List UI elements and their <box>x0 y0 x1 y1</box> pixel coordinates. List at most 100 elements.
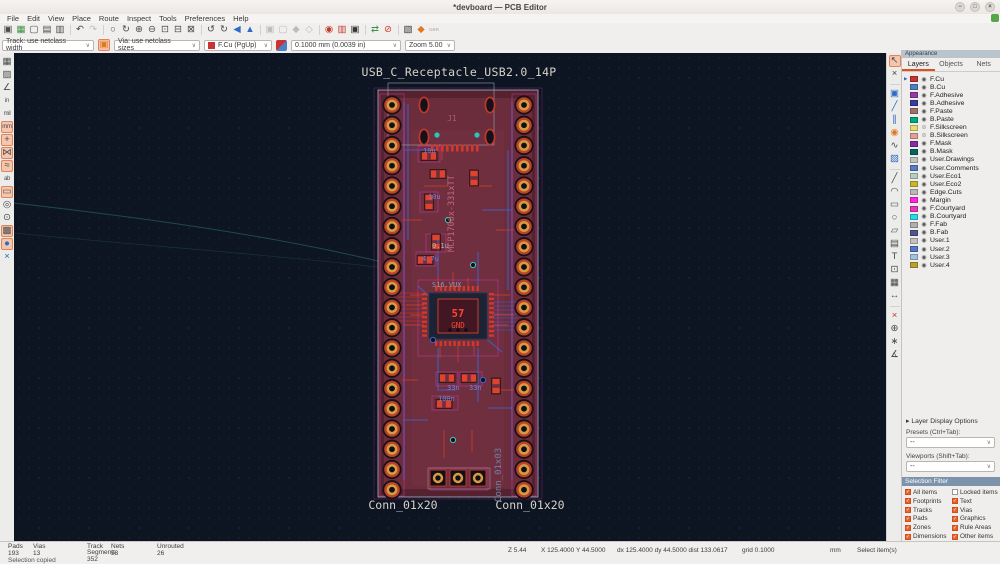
add-circle[interactable]: ○ <box>889 212 901 224</box>
menu-item[interactable]: Help <box>229 14 252 23</box>
add-textbox[interactable]: ⊡ <box>889 264 901 276</box>
tab-objects[interactable]: Objects <box>935 58 968 71</box>
visibility-eye-icon[interactable] <box>920 84 928 91</box>
checkbox[interactable] <box>952 515 958 522</box>
layer-row[interactable]: ▶ F.Mask <box>902 140 1000 148</box>
layer-color-swatch[interactable] <box>910 100 918 107</box>
layer-color-swatch[interactable] <box>910 116 918 123</box>
footprint-editor[interactable]: ▧ <box>398 24 414 36</box>
add-text[interactable]: T <box>889 251 901 263</box>
unlock[interactable]: ◇ <box>303 24 315 36</box>
drill-place-origin[interactable]: ⊕ <box>889 323 901 335</box>
3d-viewer[interactable]: ▣ <box>349 24 361 36</box>
checkbox[interactable] <box>905 507 911 514</box>
zoom-fit[interactable]: ⊡ <box>159 24 171 36</box>
pad-outlines[interactable]: ⊙ <box>1 212 13 224</box>
filter-option[interactable]: All items <box>905 489 952 496</box>
layer-color-swatch[interactable] <box>910 148 918 155</box>
visibility-eye-icon[interactable] <box>920 108 928 115</box>
visibility-eye-icon[interactable] <box>920 140 928 147</box>
menu-item[interactable]: Inspect <box>123 14 155 23</box>
layer-color-swatch[interactable] <box>910 237 918 244</box>
polar-coordinates[interactable]: ∠ <box>1 82 13 94</box>
zoom-in[interactable]: ⊕ <box>133 24 145 36</box>
layer-color-swatch[interactable] <box>910 246 918 253</box>
visibility-eye-icon[interactable] <box>920 229 928 236</box>
layer-color-swatch[interactable] <box>910 189 918 196</box>
visibility-eye-icon[interactable] <box>920 213 928 220</box>
layer-row[interactable]: ▶ F.Paste <box>902 107 1000 115</box>
footprint-checker[interactable]: ▥ <box>336 24 348 36</box>
flip-vertical[interactable]: ▲ <box>244 24 256 36</box>
checkbox[interactable] <box>905 524 911 531</box>
layer-row[interactable]: ▶ F.Adhesive <box>902 91 1000 99</box>
filter-option[interactable]: Rule Areas <box>952 524 999 531</box>
add-line[interactable]: ╱ <box>889 169 901 185</box>
add-dimension[interactable]: ↔ <box>889 290 901 302</box>
add-footprint[interactable]: ▣ <box>889 84 901 100</box>
layer-row[interactable]: ▶ Edge.Cuts <box>902 188 1000 196</box>
gerber-viewer[interactable]: GBR <box>428 24 440 36</box>
visibility-eye-icon[interactable] <box>920 116 928 123</box>
net-names[interactable]: ab <box>1 173 13 185</box>
presets-select[interactable]: -- <box>906 437 995 448</box>
find[interactable]: ○ <box>103 24 119 36</box>
add-arc[interactable]: ◠ <box>889 186 901 198</box>
layer-color-swatch[interactable] <box>910 205 918 212</box>
via-outlines[interactable]: ◎ <box>1 199 13 211</box>
add-via[interactable]: ◉ <box>889 127 901 139</box>
tab-nets[interactable]: Nets <box>967 58 1000 71</box>
checkbox[interactable] <box>905 533 911 540</box>
grid-style[interactable]: ▨ <box>1 69 13 81</box>
layer-color-swatch[interactable] <box>910 124 918 131</box>
print[interactable]: ▤ <box>41 24 53 36</box>
add-polygon[interactable]: ▱ <box>889 225 901 237</box>
measure-tool[interactable]: ∡ <box>889 349 901 361</box>
filter-option[interactable]: Text <box>952 498 999 505</box>
checkbox[interactable] <box>905 498 911 505</box>
layer-row[interactable]: ▶ User.3 <box>902 253 1000 261</box>
checkbox[interactable] <box>952 507 958 514</box>
grid-visibility[interactable]: ▦ <box>1 56 13 68</box>
layer-row[interactable]: ▶ User.Comments <box>902 164 1000 172</box>
layer-color-swatch[interactable] <box>910 76 918 83</box>
filter-option[interactable]: Vias <box>952 507 999 514</box>
filter-option[interactable]: Zones <box>905 524 952 531</box>
filter-option[interactable]: Locked items <box>952 489 999 496</box>
filter-option[interactable]: Footprints <box>905 498 952 505</box>
layer-color-swatch[interactable] <box>910 132 918 139</box>
checkbox[interactable] <box>952 533 958 540</box>
menu-item[interactable]: Place <box>68 14 95 23</box>
group[interactable]: ▣ <box>260 24 276 36</box>
layer-display-options-toggle[interactable]: Layer Display Options <box>902 417 1000 425</box>
page-settings[interactable]: ▢ <box>28 24 40 36</box>
delete-tool[interactable]: × <box>889 306 901 322</box>
route-tracks[interactable]: ╱ <box>889 101 901 113</box>
zoom-to-objects[interactable]: ⊟ <box>172 24 184 36</box>
layer-row[interactable]: ▶ User.Eco2 <box>902 180 1000 188</box>
track-outlines[interactable]: ▭ <box>1 186 13 198</box>
undo[interactable]: ↶ <box>70 24 86 36</box>
visibility-eye-icon[interactable] <box>920 76 928 83</box>
menu-item[interactable]: Edit <box>23 14 44 23</box>
filter-option[interactable]: Pads <box>905 515 952 522</box>
viewports-select[interactable]: -- <box>906 461 995 472</box>
checkbox[interactable] <box>952 498 958 505</box>
local-ratsnest[interactable]: × <box>889 68 901 80</box>
lock[interactable]: ◆ <box>290 24 302 36</box>
flip-horizontal[interactable]: ◀ <box>231 24 243 36</box>
visibility-eye-icon[interactable] <box>920 221 928 228</box>
filter-option[interactable]: Graphics <box>952 515 999 522</box>
filter-option[interactable]: Dimensions <box>905 533 952 540</box>
drc-check[interactable]: ◉ <box>319 24 335 36</box>
layer-row[interactable]: ▶ B.Mask <box>902 148 1000 156</box>
zoom-select[interactable]: Zoom 5.00 <box>405 39 455 51</box>
units-mm[interactable]: mm <box>1 121 13 133</box>
save[interactable]: ▣ <box>2 24 14 36</box>
visibility-eye-icon[interactable] <box>920 197 928 204</box>
layer-color-swatch[interactable] <box>910 221 918 228</box>
visibility-eye-icon[interactable] <box>920 262 928 269</box>
layer-row[interactable]: ▶ F.Courtyard <box>902 205 1000 213</box>
menu-item[interactable]: Preferences <box>181 14 229 23</box>
layer-color-swatch[interactable] <box>910 173 918 180</box>
